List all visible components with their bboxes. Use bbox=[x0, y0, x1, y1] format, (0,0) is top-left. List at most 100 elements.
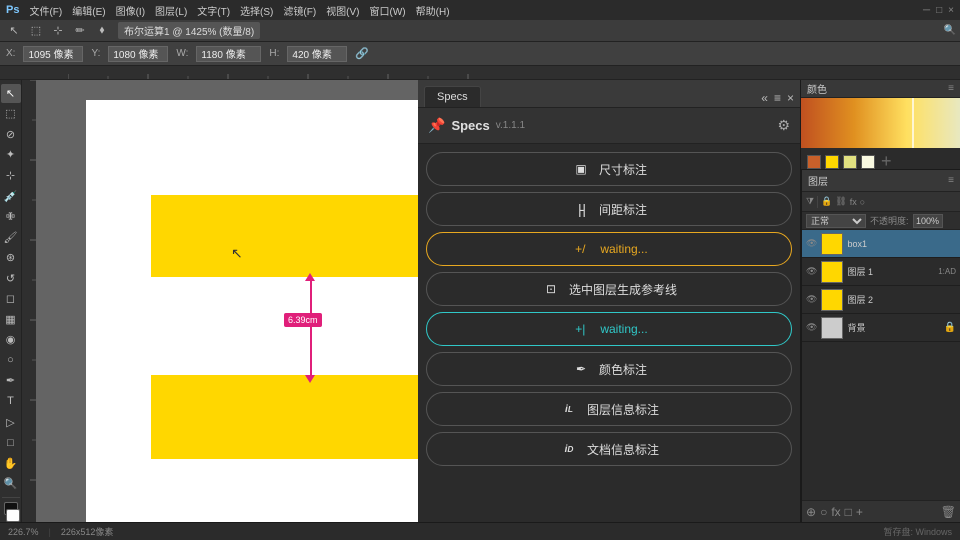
layer-thumb-bg bbox=[821, 317, 843, 339]
new-group-icon[interactable]: □ bbox=[845, 505, 852, 519]
eye-icon-3[interactable]: 👁 bbox=[806, 294, 817, 305]
delete-layer-icon[interactable]: 🗑 bbox=[941, 505, 956, 519]
option-y-input[interactable] bbox=[108, 46, 168, 62]
tool-history[interactable]: ↺ bbox=[1, 269, 21, 288]
color-gradient-bar[interactable] bbox=[801, 98, 960, 148]
blend-mode-select[interactable]: 正常 bbox=[806, 214, 866, 228]
tool-zoom[interactable]: 🔍 bbox=[1, 474, 21, 493]
menu-image[interactable]: 图像(I) bbox=[116, 3, 145, 18]
dimension-annotation-button[interactable]: ▣ 尺寸标注 bbox=[426, 152, 792, 186]
menu-file[interactable]: 文件(F) bbox=[29, 3, 62, 18]
color-panel-menu[interactable]: ≡ bbox=[948, 83, 954, 94]
tool-path[interactable]: ▷ bbox=[1, 413, 21, 432]
option-x-input[interactable] bbox=[23, 46, 83, 62]
yellow-box-bottom[interactable] bbox=[151, 375, 418, 459]
toolbar-icon-fill[interactable]: ⬧ bbox=[92, 22, 112, 40]
tool-stamp[interactable]: ⊛ bbox=[1, 248, 21, 267]
link-layers-icon[interactable]: ⛓ bbox=[835, 196, 846, 207]
swatch-2[interactable] bbox=[825, 155, 839, 169]
option-y: Y: bbox=[91, 48, 100, 59]
text-waiting-2-button[interactable]: +| waiting... bbox=[426, 312, 792, 346]
toolbar-icon-brush[interactable]: ✏ bbox=[70, 22, 90, 40]
background-color[interactable] bbox=[6, 509, 20, 522]
window-minimize[interactable]: ─ bbox=[923, 5, 930, 16]
new-layer-icon[interactable]: + bbox=[856, 505, 863, 519]
spacing-annotation-button[interactable]: |-| 间距标注 bbox=[426, 192, 792, 226]
menu-help[interactable]: 帮助(H) bbox=[416, 3, 450, 18]
swatch-3[interactable] bbox=[843, 155, 857, 169]
tool-blur[interactable]: ◉ bbox=[1, 331, 21, 350]
search-icon[interactable]: 🔍 bbox=[944, 25, 956, 36]
text-waiting-1-label: waiting... bbox=[600, 242, 647, 256]
menu-layer[interactable]: 图层(L) bbox=[155, 3, 187, 18]
specs-header: 📌 Specs v.1.1.1 ⚙ bbox=[418, 108, 800, 144]
tool-lasso[interactable]: ⊘ bbox=[1, 125, 21, 144]
add-fx-icon[interactable]: fx bbox=[831, 505, 840, 519]
tool-heal[interactable]: ✙ bbox=[1, 207, 21, 226]
layer-item-box1[interactable]: 👁 box1 bbox=[802, 230, 960, 258]
add-layer-group-icon[interactable]: ⊕ bbox=[806, 505, 816, 519]
filter-icon[interactable]: ⧩ bbox=[806, 196, 814, 207]
window-close[interactable]: × bbox=[948, 5, 954, 16]
tool-eraser[interactable]: ◻ bbox=[1, 289, 21, 308]
lock-icon[interactable]: 🔒 bbox=[821, 196, 832, 207]
fx-icon[interactable]: fx bbox=[850, 197, 857, 207]
specs-gear-icon[interactable]: ⚙ bbox=[777, 117, 790, 134]
specs-tab[interactable]: Specs bbox=[424, 86, 481, 107]
option-h: H: bbox=[269, 48, 279, 59]
swatch-4[interactable] bbox=[861, 155, 875, 169]
tool-crop[interactable]: ⊹ bbox=[1, 166, 21, 185]
menu-edit[interactable]: 编辑(E) bbox=[72, 3, 105, 18]
tool-hand[interactable]: ✋ bbox=[1, 454, 21, 473]
layers-menu-icon[interactable]: ≡ bbox=[948, 175, 954, 186]
tool-eyedropper[interactable]: 💉 bbox=[1, 187, 21, 206]
add-layer-mask-icon[interactable]: ○ bbox=[820, 505, 827, 519]
text-waiting-1-button[interactable]: +/ waiting... bbox=[426, 232, 792, 266]
color-annotation-button[interactable]: ✒ 颜色标注 bbox=[426, 352, 792, 386]
toolbar-icon-select[interactable]: ⬚ bbox=[26, 22, 46, 40]
layer-item-2[interactable]: 👁 图层 1 1:AD bbox=[802, 258, 960, 286]
tool-move[interactable]: ↖ bbox=[1, 84, 21, 103]
tool-text[interactable]: T bbox=[1, 392, 21, 411]
panel-menu-icon[interactable]: ≡ bbox=[774, 91, 781, 105]
menu-text[interactable]: 文字(T) bbox=[197, 3, 230, 18]
toolbar-icon-move[interactable]: ↖ bbox=[4, 22, 24, 40]
menu-window[interactable]: 窗口(W) bbox=[370, 3, 406, 18]
layer-item-3[interactable]: 👁 图层 2 bbox=[802, 286, 960, 314]
tool-magic[interactable]: ✦ bbox=[1, 146, 21, 165]
layer-name-2: 图层 1 bbox=[847, 265, 934, 278]
dimension-label: 尺寸标注 bbox=[599, 161, 647, 178]
link-icon[interactable]: 🔗 bbox=[355, 47, 369, 60]
tool-shape[interactable]: □ bbox=[1, 433, 21, 452]
tool-pen[interactable]: ✒ bbox=[1, 372, 21, 391]
reference-line-button[interactable]: ⊡ 选中图层生成参考线 bbox=[426, 272, 792, 306]
eye-icon-2[interactable]: 👁 bbox=[806, 266, 817, 277]
swatch-1[interactable] bbox=[807, 155, 821, 169]
menu-view[interactable]: 视图(V) bbox=[326, 3, 359, 18]
tool-dodge[interactable]: ○ bbox=[1, 351, 21, 370]
status-windows-label: 暂存盘: Windows bbox=[883, 525, 952, 538]
opacity-input[interactable] bbox=[913, 214, 943, 228]
yellow-box-top[interactable] bbox=[151, 195, 418, 277]
menu-select[interactable]: 选择(S) bbox=[240, 3, 273, 18]
tool-gradient[interactable]: ▦ bbox=[1, 310, 21, 329]
option-w-input[interactable] bbox=[196, 46, 261, 62]
eye-icon-bg[interactable]: 👁 bbox=[806, 322, 817, 333]
tool-brush[interactable]: 🖌 bbox=[1, 228, 21, 247]
document-path: 布尔运算1 @ 1425% (数量/8) bbox=[118, 22, 260, 39]
window-maximize[interactable]: □ bbox=[936, 5, 942, 16]
canvas-area[interactable]: 6.39cm ↖ bbox=[36, 80, 418, 522]
add-swatch-icon[interactable]: + bbox=[881, 151, 892, 172]
layer-info-button[interactable]: iL 图层信息标注 bbox=[426, 392, 792, 426]
toolbar-row: ↖ ⬚ ⊹ ✏ ⬧ 布尔运算1 @ 1425% (数量/8) 🔍 bbox=[0, 20, 960, 42]
menu-filter[interactable]: 滤镜(F) bbox=[283, 3, 316, 18]
toolbar-icon-crop[interactable]: ⊹ bbox=[48, 22, 68, 40]
doc-info-button[interactable]: iD 文档信息标注 bbox=[426, 432, 792, 466]
eye-icon-box1[interactable]: 👁 bbox=[806, 238, 817, 249]
tool-select[interactable]: ⬚ bbox=[1, 105, 21, 124]
mask-icon[interactable]: ○ bbox=[860, 197, 865, 207]
layer-item-bg[interactable]: 👁 背景 🔒 bbox=[802, 314, 960, 342]
close-panel-icon[interactable]: × bbox=[787, 91, 794, 105]
option-h-input[interactable] bbox=[287, 46, 347, 62]
collapse-panels-icon[interactable]: « bbox=[761, 91, 768, 105]
